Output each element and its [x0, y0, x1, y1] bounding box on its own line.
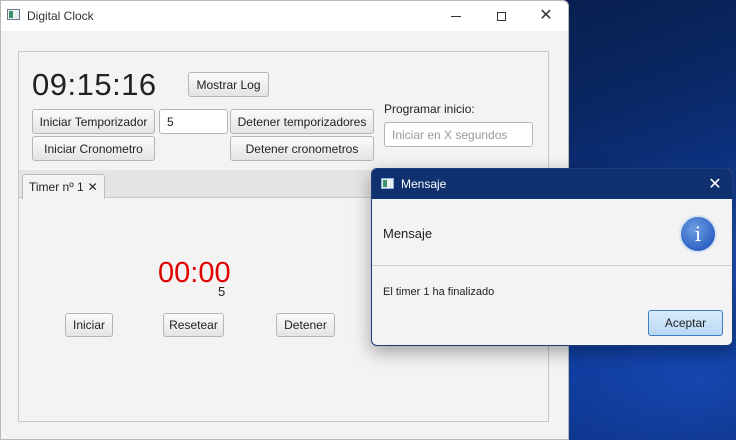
- schedule-start-input[interactable]: Iniciar en X segundos: [384, 122, 533, 147]
- dialog-content-text: El timer 1 ha finalizado: [383, 286, 495, 298]
- schedule-start-label: Programar inicio:: [384, 102, 475, 116]
- app-window-icon: [7, 9, 20, 20]
- dialog-title-bar[interactable]: Mensaje ✕: [372, 169, 732, 199]
- stop-timers-button[interactable]: Detener temporizadores: [230, 109, 374, 134]
- window-title: Digital Clock: [27, 9, 94, 23]
- info-icon: i: [679, 215, 717, 253]
- info-glyph: i: [694, 222, 702, 246]
- close-icon: ✕: [708, 176, 722, 193]
- show-log-button[interactable]: Mostrar Log: [188, 72, 269, 97]
- dialog-title: Mensaje: [401, 177, 447, 191]
- close-icon: ✕: [539, 7, 553, 24]
- start-timer-button[interactable]: Iniciar Temporizador: [32, 109, 155, 134]
- dialog-close-button[interactable]: ✕: [698, 169, 732, 199]
- clock-display: 09:15:16: [32, 67, 157, 102]
- dialog-app-icon: [381, 178, 394, 189]
- dialog-header-text: Mensaje: [383, 226, 433, 241]
- stop-stopwatches-button[interactable]: Detener cronometros: [230, 136, 374, 161]
- minimize-button[interactable]: [433, 1, 479, 31]
- timer-sub-value: 5: [218, 284, 226, 299]
- message-dialog: Mensaje ✕ Mensaje i El timer 1 ha finali…: [371, 168, 733, 346]
- maximize-icon: [496, 11, 506, 21]
- timer-reset-button[interactable]: Resetear: [163, 313, 224, 337]
- tab-timer-1[interactable]: Timer nº 1 ✕: [22, 174, 105, 199]
- start-stopwatch-button[interactable]: Iniciar Cronometro: [32, 136, 155, 161]
- tab-close-icon[interactable]: ✕: [88, 180, 98, 194]
- minimize-icon: [451, 15, 461, 17]
- close-button[interactable]: ✕: [523, 1, 569, 31]
- tab-label: Timer nº 1: [29, 180, 84, 194]
- title-bar[interactable]: Digital Clock ✕: [1, 1, 568, 31]
- timer-seconds-input[interactable]: 5: [159, 109, 228, 134]
- ok-button[interactable]: Aceptar: [648, 310, 723, 336]
- maximize-button[interactable]: [478, 1, 524, 31]
- timer-stop-button[interactable]: Detener: [276, 313, 335, 337]
- timer-start-button[interactable]: Iniciar: [65, 313, 113, 337]
